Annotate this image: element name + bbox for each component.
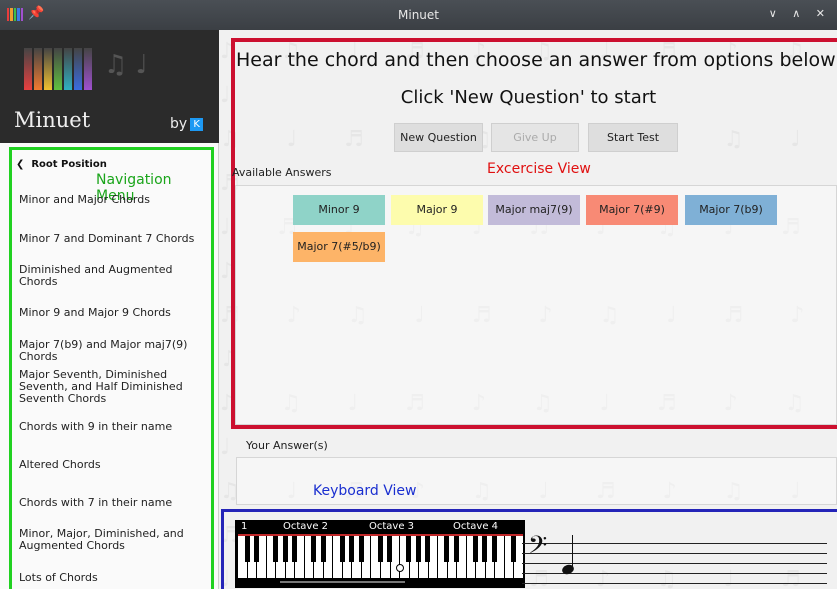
black-key[interactable] xyxy=(472,536,478,562)
root-note-marker xyxy=(396,564,404,572)
keyboard-view-annotation: Keyboard View xyxy=(313,483,417,499)
exercise-heading: Hear the chord and then choose an answer… xyxy=(236,49,836,71)
black-key[interactable] xyxy=(320,536,326,562)
black-key[interactable] xyxy=(453,536,459,562)
window-title: Minuet xyxy=(398,8,439,22)
window-controls[interactable]: ∨ ∧ ✕ xyxy=(769,7,831,20)
nav-item-altered-chords[interactable]: Altered Chords xyxy=(19,459,209,471)
black-key[interactable] xyxy=(282,536,288,562)
minuet-window: 📌 Minuet ∨ ∧ ✕ ♫ ♩ Minuet by K ❮ Root Po… xyxy=(0,0,837,589)
octave-label-2: Octave 2 xyxy=(283,521,329,532)
black-key[interactable] xyxy=(339,536,345,562)
octave-label-3: Octave 3 xyxy=(369,521,415,532)
answer-major-7-sharp5-b9[interactable]: Major 7(#5/b9) xyxy=(293,232,385,262)
nav-item-chords-with-9[interactable]: Chords with 9 in their name xyxy=(19,421,209,433)
nav-item-seventh-chords[interactable]: Major Seventh, Diminished Seventh, and H… xyxy=(19,369,209,405)
available-answers-label: Available Answers xyxy=(232,166,332,179)
staff-line xyxy=(522,543,827,544)
music-staff: 𝄢 xyxy=(522,531,827,584)
black-key[interactable] xyxy=(254,536,259,562)
staff-line xyxy=(522,553,827,554)
by-text: by xyxy=(170,116,188,132)
start-test-button[interactable]: Start Test xyxy=(588,123,678,152)
piano-logo-icon xyxy=(24,48,92,90)
give-up-button[interactable]: Give Up xyxy=(491,123,579,152)
answer-major-7-sharp9[interactable]: Major 7(#9) xyxy=(586,195,678,225)
black-key[interactable] xyxy=(444,536,449,562)
answer-major-maj7-9[interactable]: Major maj7(9) xyxy=(488,195,580,225)
instrument-icons: ♫ ♩ xyxy=(104,50,148,80)
your-answers-label: Your Answer(s) xyxy=(246,439,328,452)
octave-label-1: 1 xyxy=(241,521,248,532)
nav-item-minor-major[interactable]: Minor and Major Chords xyxy=(19,194,209,206)
black-key[interactable] xyxy=(311,536,316,562)
piano-keyboard[interactable]: 1 Octave 2 Octave 3 Octave 4 xyxy=(235,520,525,588)
black-key[interactable] xyxy=(292,536,297,562)
nav-back-button[interactable]: ❮ Root Position xyxy=(16,159,107,170)
new-question-button[interactable]: New Question xyxy=(394,123,483,152)
black-key[interactable] xyxy=(482,536,487,562)
nav-item-chords-with-7[interactable]: Chords with 7 in their name xyxy=(19,497,209,509)
black-key[interactable] xyxy=(387,536,392,562)
navigation-menu: ❮ Root Position Navigation Menu Minor an… xyxy=(9,147,214,589)
black-key[interactable] xyxy=(425,536,430,562)
logo-by: by K xyxy=(170,116,204,132)
black-key[interactable] xyxy=(244,536,250,562)
black-key[interactable] xyxy=(349,536,354,562)
nav-item-diminished-augmented[interactable]: Diminished and Augmented Chords xyxy=(19,264,209,288)
logo-title: Minuet xyxy=(14,108,91,132)
exercise-subheading: Click 'New Question' to start xyxy=(400,87,657,108)
black-key[interactable] xyxy=(491,536,497,562)
white-key[interactable] xyxy=(495,536,504,578)
nav-item-lots-of-chords[interactable]: Lots of Chords xyxy=(19,572,209,584)
black-key[interactable] xyxy=(273,536,278,562)
nav-back-label: Root Position xyxy=(31,159,107,170)
chevron-left-icon: ❮ xyxy=(16,159,25,170)
answer-major-7-b9[interactable]: Major 7(b9) xyxy=(685,195,777,225)
answer-minor-9[interactable]: Minor 9 xyxy=(293,195,385,225)
staff-line xyxy=(522,583,827,584)
black-key[interactable] xyxy=(510,536,516,562)
kde-icon: K xyxy=(190,117,204,131)
nav-item-minor9-major9[interactable]: Minor 9 and Major 9 Chords xyxy=(19,307,209,319)
nav-item-minor-major-dim-aug[interactable]: Minor, Major, Diminished, and Augmented … xyxy=(19,528,209,552)
bass-clef-icon: 𝄢 xyxy=(528,531,548,566)
answer-major-9[interactable]: Major 9 xyxy=(391,195,483,225)
main-area: ♪ ♫ ♩ ♬ ♪ ♫ ♩ ♬ ♪ ♫ ♩ ♫ ♩ ♬ ♪ ♫ ♩ ♬ ♪ ♫ … xyxy=(220,30,837,589)
title-bar: 📌 Minuet ∨ ∧ ✕ xyxy=(0,0,837,30)
black-key[interactable] xyxy=(406,536,411,562)
nav-item-major7b9-maj79[interactable]: Major 7(b9) and Major maj7(9) Chords xyxy=(19,339,209,363)
black-key[interactable] xyxy=(358,536,364,562)
nav-item-minor7-dominant7[interactable]: Minor 7 and Dominant 7 Chords xyxy=(19,233,209,245)
logo-panel: ♫ ♩ Minuet by K xyxy=(0,30,219,143)
exercise-view-annotation: Excercise View xyxy=(487,161,591,177)
black-key[interactable] xyxy=(377,536,383,562)
keyboard-scrollbar[interactable] xyxy=(280,581,405,583)
octave-label-4: Octave 4 xyxy=(453,521,499,532)
sidebar: ♫ ♩ Minuet by K ❮ Root Position Navigatio… xyxy=(0,30,219,589)
black-key[interactable] xyxy=(415,536,421,562)
